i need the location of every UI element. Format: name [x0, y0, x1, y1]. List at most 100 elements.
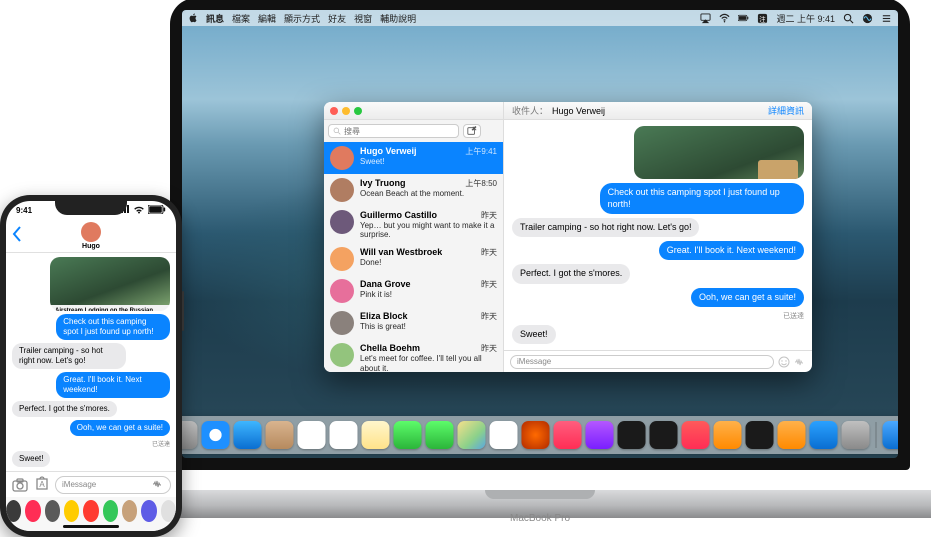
imessage-app[interactable]: [103, 500, 118, 522]
dock-app-stocks[interactable]: [650, 421, 678, 449]
imessage-apps-button[interactable]: A: [33, 476, 51, 494]
window-controls: [330, 107, 362, 115]
dock-app-books[interactable]: [714, 421, 742, 449]
zoom-button[interactable]: [354, 107, 362, 115]
conversation-thread: Airstream Lodging on the Russian River i…: [504, 120, 812, 350]
close-button[interactable]: [330, 107, 338, 115]
menu-item[interactable]: 顯示方式: [284, 14, 320, 24]
audio-message-icon[interactable]: [152, 478, 164, 492]
outgoing-bubble[interactable]: Great. I'll book it. Next weekend!: [659, 241, 804, 260]
outgoing-bubble[interactable]: Check out this camping spot I just found…: [56, 314, 170, 340]
outgoing-bubble[interactable]: Check out this camping spot I just found…: [600, 183, 804, 214]
wifi-icon[interactable]: [719, 13, 730, 24]
home-indicator[interactable]: [63, 525, 119, 528]
conversation-name: Eliza Block: [360, 311, 408, 322]
conversation-item[interactable]: Will van Westbroek 昨天 Done!: [324, 243, 503, 275]
imessage-app[interactable]: [161, 500, 176, 522]
outgoing-bubble[interactable]: Great. I'll book it. Next weekend!: [56, 372, 170, 398]
emoji-icon[interactable]: [778, 356, 790, 368]
apple-menu-icon[interactable]: [188, 13, 198, 23]
contact-avatar: [81, 222, 101, 242]
input-source-icon[interactable]: 注: [757, 13, 768, 24]
imessage-app[interactable]: [83, 500, 98, 522]
iphone-nav-bar: Hugo: [6, 219, 176, 253]
dock-app-preferences[interactable]: [842, 421, 870, 449]
incoming-bubble[interactable]: Sweet!: [512, 325, 556, 344]
outgoing-bubble[interactable]: Ooh, we can get a suite!: [691, 288, 804, 307]
imessage-app[interactable]: [122, 500, 137, 522]
menu-item[interactable]: 視窗: [354, 14, 372, 24]
imessage-app[interactable]: [64, 500, 79, 522]
conversation-item[interactable]: Guillermo Castillo 昨天 Yep… but you might…: [324, 206, 503, 243]
conversation-item[interactable]: Dana Grove 昨天 Pink it is!: [324, 275, 503, 307]
dock-app-notes[interactable]: [362, 421, 390, 449]
dock-app-music[interactable]: [554, 421, 582, 449]
outgoing-bubble[interactable]: Ooh, we can get a suite!: [70, 420, 170, 436]
dock-app-facetime[interactable]: [426, 421, 454, 449]
back-button[interactable]: [12, 226, 22, 245]
iphone-input-placeholder: iMessage: [62, 480, 96, 489]
dock-app-maps[interactable]: [458, 421, 486, 449]
avatar: [330, 311, 354, 335]
conversation-item[interactable]: Eliza Block 昨天 This is great!: [324, 307, 503, 339]
search-field[interactable]: [328, 124, 459, 138]
menu-item[interactable]: 訊息: [206, 14, 224, 24]
conversation-time: 上午8:50: [465, 178, 497, 189]
airplay-icon[interactable]: [700, 13, 711, 24]
dock-app-podcasts[interactable]: [586, 421, 614, 449]
dock-app-photos[interactable]: [490, 421, 518, 449]
messages-titlebar: [324, 102, 503, 120]
dock-app-launchpad[interactable]: [182, 421, 198, 449]
compose-button[interactable]: [463, 124, 481, 138]
minimize-button[interactable]: [342, 107, 350, 115]
imessage-app[interactable]: [45, 500, 60, 522]
incoming-bubble[interactable]: Perfect. I got the s'mores.: [512, 264, 630, 283]
incoming-bubble[interactable]: Perfect. I got the s'mores.: [12, 401, 117, 417]
incoming-bubble[interactable]: Trailer camping - so hot right now. Let'…: [12, 343, 126, 369]
conversation-preview: Yep… but you might want to make it a sur…: [360, 221, 497, 239]
imessage-app[interactable]: [141, 500, 156, 522]
search-input[interactable]: [344, 127, 454, 136]
camera-button[interactable]: [11, 476, 29, 494]
menu-item[interactable]: 輔助說明: [380, 14, 416, 24]
dock-app-photobooth[interactable]: [522, 421, 550, 449]
conversation-item[interactable]: Hugo Verweij 上午9:41 Sweet!: [324, 142, 503, 174]
conversation-preview: Pink it is!: [360, 290, 497, 299]
battery-icon[interactable]: [738, 13, 749, 24]
message-input[interactable]: iMessage: [510, 355, 774, 369]
conversation-item[interactable]: Ivy Truong 上午8:50 Ocean Beach at the mom…: [324, 174, 503, 206]
link-preview-card[interactable]: Airstream Lodging on the Russian River i…: [634, 126, 804, 179]
recipient-label: 收件人：: [512, 104, 548, 117]
menu-item[interactable]: 編輯: [258, 14, 276, 24]
dock-app-downloads[interactable]: [883, 421, 899, 449]
dock-app-contacts[interactable]: [266, 421, 294, 449]
details-button[interactable]: 詳細資訊: [768, 104, 804, 117]
imessage-app[interactable]: [6, 500, 21, 522]
macbook-model-label: MacBook Pro: [510, 513, 570, 524]
dock-app-news[interactable]: [682, 421, 710, 449]
incoming-bubble[interactable]: Trailer camping - so hot right now. Let'…: [512, 218, 699, 237]
dock-app-calendar[interactable]: [298, 421, 326, 449]
avatar: [330, 343, 354, 367]
notification-center-icon[interactable]: [881, 13, 892, 24]
dock-app-tv[interactable]: [618, 421, 646, 449]
dock-app-messages[interactable]: [394, 421, 422, 449]
siri-icon[interactable]: [862, 13, 873, 24]
dock-app-voice-memos[interactable]: [746, 421, 774, 449]
menu-item[interactable]: 檔案: [232, 14, 250, 24]
audio-message-icon[interactable]: [794, 356, 806, 368]
iphone-message-input[interactable]: iMessage: [55, 476, 171, 494]
dock-app-home[interactable]: [778, 421, 806, 449]
imessage-app[interactable]: [25, 500, 40, 522]
menu-item[interactable]: 好友: [328, 14, 346, 24]
conversation-item[interactable]: Chella Boehm 昨天 Let's meet for coffee. I…: [324, 339, 503, 372]
dock-app-safari[interactable]: [202, 421, 230, 449]
link-preview-card[interactable]: Airstream Lodging on the Russian River i…: [50, 257, 170, 311]
dock-app-reminders[interactable]: [330, 421, 358, 449]
dock-app-mail[interactable]: [234, 421, 262, 449]
incoming-bubble[interactable]: Sweet!: [12, 451, 50, 467]
dock-app-appstore[interactable]: [810, 421, 838, 449]
spotlight-icon[interactable]: [843, 13, 854, 24]
contact-header[interactable]: Hugo: [81, 222, 101, 250]
menubar-clock[interactable]: 週二 上午 9:41: [776, 12, 835, 25]
